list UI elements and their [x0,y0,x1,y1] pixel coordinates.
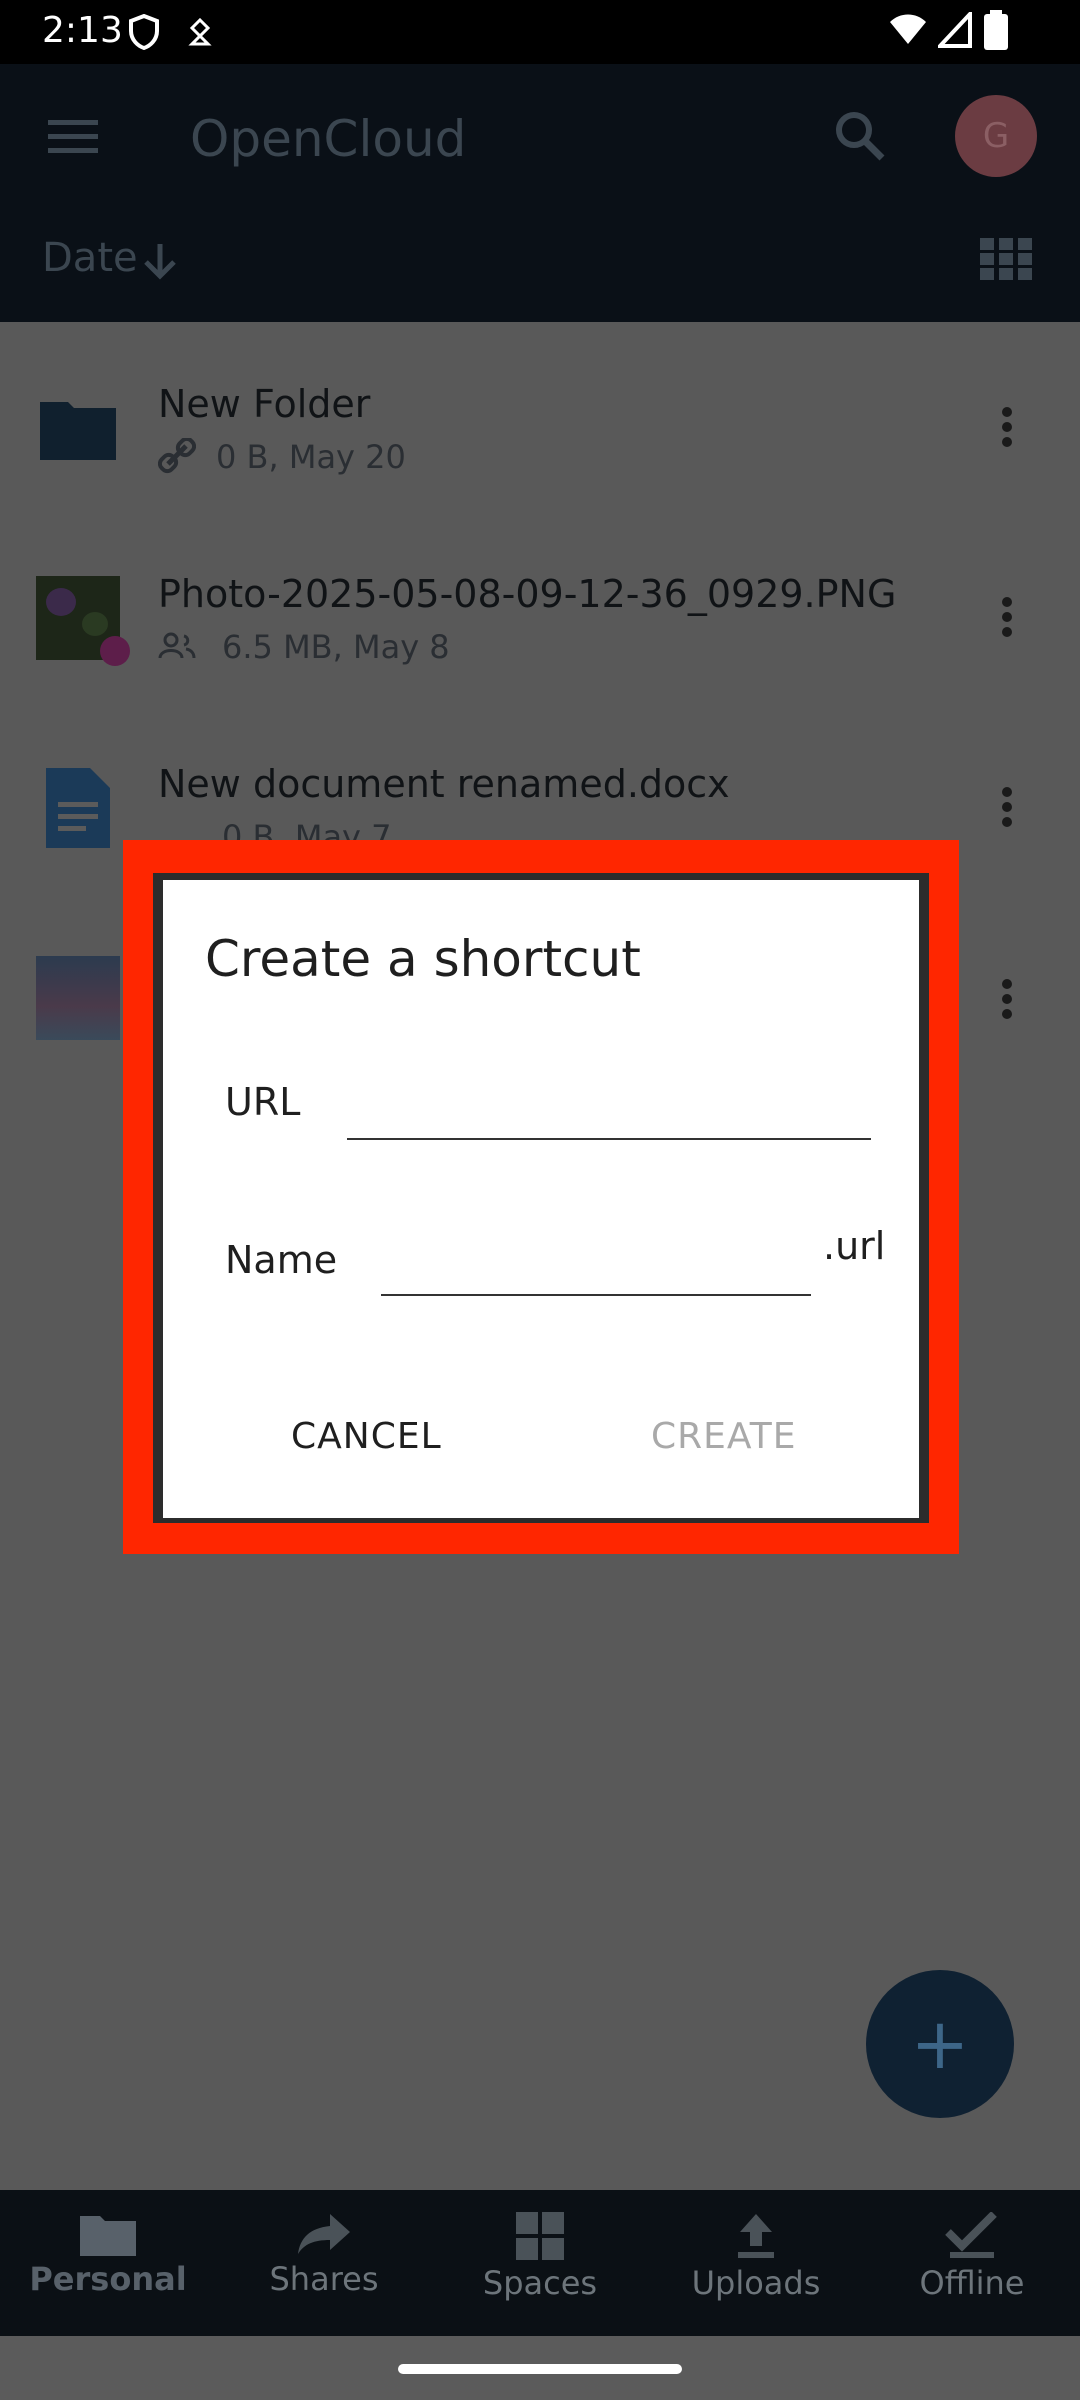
upload-icon [738,2214,774,2258]
shared-badge-icon [100,636,130,666]
more-options-icon[interactable] [1002,592,1014,640]
more-options-icon[interactable] [1002,402,1014,450]
arrow-down-icon[interactable] [140,240,180,280]
home-indicator[interactable] [398,2364,682,2374]
folder-icon [80,2216,136,2256]
bottom-navigation: Personal Shares Spaces Uploads Offline [0,2190,1080,2336]
url-label: URL [225,1080,301,1124]
list-item[interactable]: New Folder 0 B, May 20 [0,372,1080,492]
checkmark-icon [945,2211,997,2258]
nav-personal[interactable]: Personal [0,2212,216,2298]
link-icon [158,438,196,474]
search-icon[interactable] [834,110,886,162]
file-name: Photo-2025-05-08-09-12-36_0929.PNG [158,572,897,616]
name-input[interactable] [381,1226,811,1296]
status-bar: 2:13 [0,0,1080,64]
nav-shares[interactable]: Shares [216,2212,432,2298]
create-shortcut-dialog: Create a shortcut URL Name .url CANCEL C… [163,880,919,1518]
list-item[interactable]: Photo-2025-05-08-09-12-36_0929.PNG 6.5 M… [0,562,1080,682]
image-thumbnail [36,956,120,1040]
nav-spaces[interactable]: Spaces [432,2212,648,2302]
share-icon [298,2214,350,2254]
plus-icon: + [910,2003,970,2085]
grid-view-icon[interactable] [980,238,1032,280]
signal-icon [938,12,972,48]
file-meta: 0 B, May 20 [216,438,406,476]
document-icon [46,768,110,848]
dialog-title: Create a shortcut [205,930,641,988]
file-name: New Folder [158,382,371,426]
file-name: New document renamed.docx [158,762,730,806]
battery-icon [984,10,1008,50]
name-label: Name [225,1238,338,1282]
more-options-icon[interactable] [1002,782,1014,830]
create-button[interactable]: CREATE [651,1416,796,1457]
app-title: OpenCloud [190,110,467,168]
people-icon [158,632,196,659]
cancel-button[interactable]: CANCEL [291,1416,442,1457]
url-suffix: .url [823,1224,886,1268]
spaces-icon [516,2212,564,2260]
shield-icon [129,14,159,50]
notification-icon [188,18,212,46]
folder-icon [40,402,116,460]
avatar[interactable]: G [955,95,1037,177]
nav-uploads[interactable]: Uploads [648,2212,864,2302]
file-meta: 6.5 MB, May 8 [222,628,450,666]
status-time: 2:13 [42,10,123,51]
nav-offline[interactable]: Offline [864,2211,1080,2302]
url-input[interactable] [347,1070,871,1140]
wifi-icon [890,14,926,44]
app-bar [0,64,1080,322]
more-options-icon[interactable] [1002,974,1014,1022]
menu-icon[interactable] [48,118,98,154]
add-button[interactable]: + [866,1970,1014,2118]
sort-label[interactable]: Date [42,235,138,281]
